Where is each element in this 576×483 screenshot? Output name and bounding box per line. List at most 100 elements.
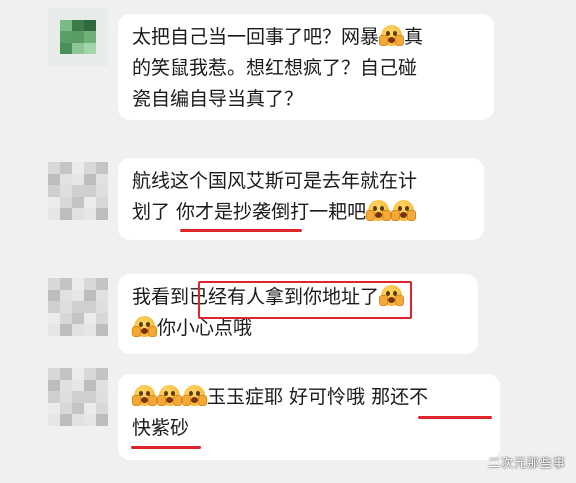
avatar-pixel — [72, 402, 85, 415]
avatar-pixel — [60, 278, 73, 291]
avatar-pixel — [84, 402, 97, 415]
avatar-pixel — [72, 42, 85, 55]
avatar-pixel — [60, 379, 73, 392]
face-screaming-emoji-icon — [132, 385, 157, 406]
avatar-pixel — [72, 391, 85, 404]
avatar-pixel — [60, 8, 73, 21]
avatar-pixel — [60, 402, 73, 415]
avatar-pixel — [60, 162, 73, 175]
avatar-pixel — [48, 196, 61, 209]
avatar-pixel — [72, 208, 85, 220]
avatar-pixel — [60, 54, 73, 66]
avatar-pixel — [96, 208, 108, 220]
avatar-pixel — [48, 402, 61, 415]
face-screaming-emoji-icon — [391, 200, 417, 221]
avatar-pixel — [48, 162, 61, 175]
avatar-pixel — [84, 312, 97, 325]
avatar-pixel — [60, 414, 73, 426]
avatar-pixel — [84, 208, 97, 220]
avatar-pixel — [96, 173, 108, 186]
avatar-pixel — [48, 289, 61, 302]
avatar-pixel — [48, 414, 61, 426]
avatar-blurred[interactable] — [48, 278, 108, 336]
avatar-pixel — [48, 324, 61, 336]
avatar-pixel — [48, 391, 61, 404]
message-text: 还不 — [390, 386, 429, 408]
message-line: 玉玉症耶 好可怜哦 那还不 — [132, 382, 486, 413]
avatar-blurred[interactable] — [48, 8, 108, 66]
avatar-pixel — [96, 324, 108, 336]
avatar-pixel — [84, 8, 97, 21]
avatar-pixel — [96, 54, 108, 66]
avatar-pixel — [72, 54, 85, 66]
message-bubble: 太把自己当一回事了吧？网暴 真的笑鼠我惹。想红想疯了？自己碰 瓷自编自导当真了？ — [118, 14, 494, 120]
avatar-pixel — [96, 379, 108, 392]
avatar-pixel — [96, 368, 108, 381]
avatar-pixel — [60, 289, 73, 302]
message-text: 我看到 — [132, 286, 190, 308]
avatar-pixel — [48, 208, 61, 220]
avatar-pixel — [84, 391, 97, 404]
face-screaming-emoji-icon — [132, 316, 157, 337]
avatar-pixel — [72, 301, 85, 314]
red-underline — [418, 416, 492, 419]
avatar-pixel — [60, 196, 73, 209]
avatar-pixel — [60, 31, 73, 44]
message-text: 划了 — [132, 201, 177, 223]
red-underline — [131, 446, 201, 449]
avatar-pixel — [96, 162, 108, 175]
avatar-pixel — [60, 324, 73, 336]
avatar-pixel — [72, 312, 85, 325]
avatar-pixel — [84, 368, 97, 381]
message-bubble: 航线这个国风艾斯可是去年就在计 划了 你才是抄袭倒打一耙吧 — [118, 158, 484, 240]
message-line: 的笑鼠我惹。想红想疯了？自己碰 — [132, 53, 480, 84]
avatar-blurred[interactable] — [48, 368, 108, 426]
avatar-blurred[interactable] — [48, 162, 108, 220]
avatar-pixel — [48, 42, 61, 55]
message-text: 真 — [404, 26, 424, 48]
avatar-pixel — [84, 196, 97, 209]
avatar-pixel — [84, 31, 97, 44]
avatar-pixel — [72, 289, 85, 302]
avatar-pixel — [72, 379, 85, 392]
message-line: 太把自己当一回事了吧？网暴 真 — [132, 22, 480, 53]
message-text: 玉玉症耶 好可怜哦 那 — [207, 386, 391, 408]
avatar-pixel — [96, 42, 108, 55]
avatar-pixel — [84, 289, 97, 302]
avatar-pixel — [60, 42, 73, 55]
avatar-pixel — [84, 301, 97, 314]
avatar-pixel — [96, 414, 108, 426]
avatar-pixel — [48, 368, 61, 381]
avatar-pixel — [96, 301, 108, 314]
avatar-pixel — [84, 54, 97, 66]
avatar-pixel — [48, 31, 61, 44]
avatar-pixel — [96, 391, 108, 404]
avatar-pixel — [84, 19, 97, 32]
message-text: 太把自己当一回事了吧？网暴 — [132, 26, 380, 48]
avatar-pixel — [84, 324, 97, 336]
face-screaming-emoji-icon — [182, 385, 207, 406]
avatar-pixel — [96, 289, 108, 302]
avatar-pixel — [60, 185, 73, 198]
avatar-pixel — [84, 173, 97, 186]
avatar-pixel — [60, 312, 73, 325]
avatar-pixel — [48, 278, 61, 291]
avatar-pixel — [96, 278, 108, 291]
avatar-pixel — [84, 278, 97, 291]
avatar-pixel — [84, 185, 97, 198]
message-text: 航线这个国风艾斯可是去年就在计 — [132, 170, 418, 192]
avatar-pixel — [48, 379, 61, 392]
avatar-pixel — [60, 391, 73, 404]
avatar-pixel — [72, 196, 85, 209]
avatar-pixel — [48, 19, 61, 32]
avatar-pixel — [96, 19, 108, 32]
avatar-pixel — [96, 31, 108, 44]
avatar-pixel — [96, 8, 108, 21]
avatar-pixel — [48, 173, 61, 186]
avatar-pixel — [84, 162, 97, 175]
avatar-pixel — [60, 368, 73, 381]
avatar-pixel — [48, 312, 61, 325]
avatar-pixel — [84, 379, 97, 392]
message-line: 瓷自编自导当真了？ — [132, 84, 480, 115]
avatar-pixel — [72, 31, 85, 44]
